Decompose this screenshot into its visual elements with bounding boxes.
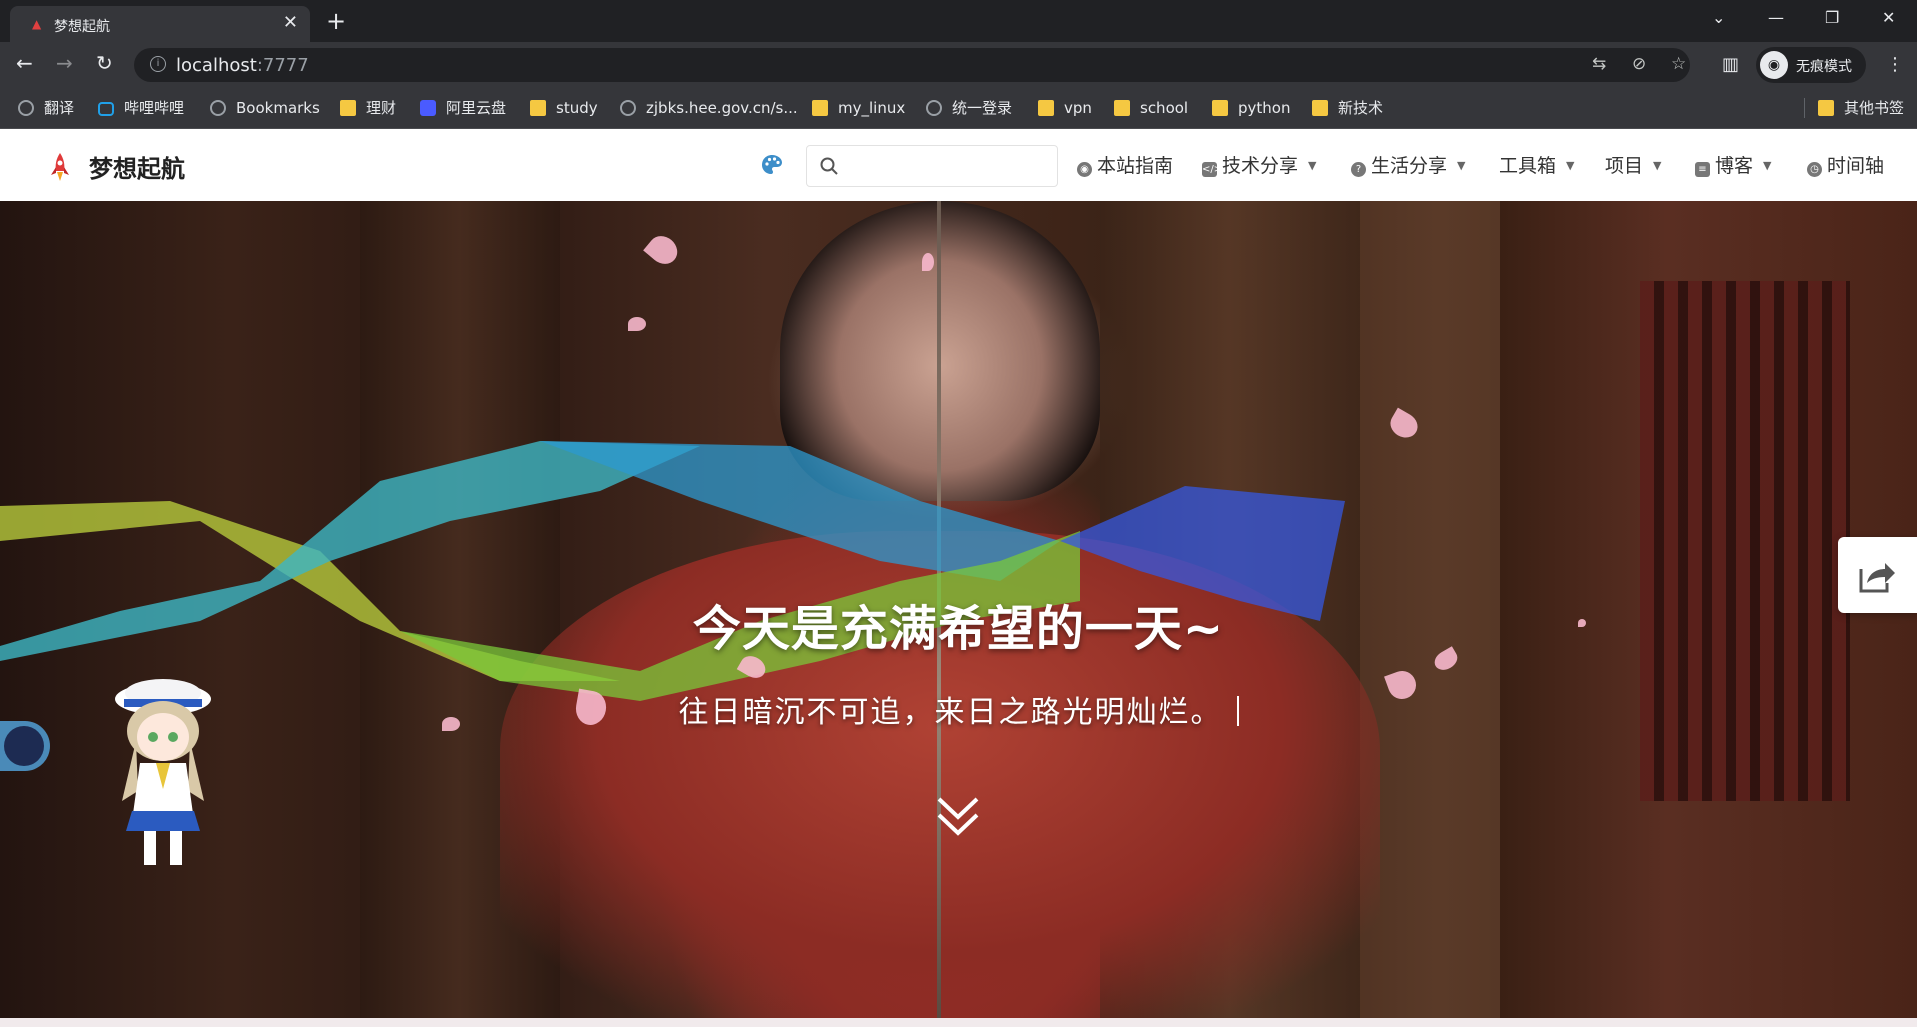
bookmark-item[interactable]: zjbks.hee.gov.cn/s... xyxy=(620,96,798,120)
chevron-down-icon: ▼ xyxy=(1308,159,1317,172)
site-logo-text[interactable]: 梦想起航 xyxy=(89,149,185,184)
petal xyxy=(922,253,934,271)
question-icon: ? xyxy=(1351,162,1366,177)
browser-tab-bar: ▲ 梦想起航 ✕ + ⌄ — ❐ ✕ xyxy=(0,0,1917,42)
code-icon: </> xyxy=(1202,162,1223,177)
bookmark-item[interactable]: Bookmarks xyxy=(210,96,320,120)
share-icon xyxy=(1859,563,1895,593)
bookmark-folder[interactable]: 理财 xyxy=(340,96,396,120)
browser-menu-icon[interactable]: ⋮ xyxy=(1886,54,1904,75)
site-info-icon[interactable]: i xyxy=(150,56,166,72)
close-window-icon[interactable]: ✕ xyxy=(1882,8,1895,27)
hero-title: 今天是充满希望的一天~ xyxy=(692,601,1225,657)
bookmark-star-icon[interactable]: ☆ xyxy=(1671,54,1686,74)
folder-icon xyxy=(1114,100,1130,116)
bookmark-item[interactable]: 翻译 xyxy=(18,96,74,120)
rocket-logo-icon[interactable] xyxy=(46,151,74,183)
theme-palette-icon[interactable] xyxy=(760,153,784,177)
translate-page-icon[interactable]: ⇆ xyxy=(1592,54,1606,74)
side-panel-icon[interactable]: ▥ xyxy=(1722,54,1739,75)
petal xyxy=(628,317,646,331)
bookmark-folder[interactable]: my_linux xyxy=(812,96,905,120)
bookmark-item[interactable]: 阿里云盘 xyxy=(420,96,506,120)
bookmark-folder[interactable]: vpn xyxy=(1038,96,1092,120)
chevron-down-icon: ▼ xyxy=(1763,159,1772,172)
bookmark-folder[interactable]: python xyxy=(1212,96,1290,120)
folder-icon xyxy=(1818,100,1834,116)
typing-cursor xyxy=(1236,696,1239,726)
share-button[interactable] xyxy=(1838,537,1917,613)
nav-blog[interactable]: ≡ 博客 ▼ xyxy=(1695,151,1771,178)
tracking-blocked-icon[interactable]: ⊘ xyxy=(1632,54,1646,74)
restore-icon[interactable]: ❐ xyxy=(1825,8,1839,27)
folder-icon xyxy=(1038,100,1054,116)
address-bar[interactable]: i localhost:7777 ⇆ ⊘ ☆ xyxy=(134,48,1690,82)
chevron-down-icon: ▼ xyxy=(1457,159,1466,172)
eye-icon: ◉ xyxy=(1077,162,1092,177)
new-tab-icon[interactable]: + xyxy=(326,8,346,34)
moon-icon xyxy=(4,726,44,766)
folder-icon xyxy=(1212,100,1228,116)
bookmarks-bar: 翻译 哔哩哔哩 Bookmarks 理财 阿里云盘 study zjbks.he… xyxy=(0,88,1917,129)
globe-icon xyxy=(210,100,226,116)
nav-tech-share[interactable]: </>技术分享 ▼ xyxy=(1202,151,1316,178)
hero-subtitle: 往日暗沉不可追，来日之路光明灿烂。 xyxy=(0,687,1917,731)
rocket-favicon-icon: ▲ xyxy=(32,17,42,31)
search-icon xyxy=(820,157,838,175)
aliyun-icon xyxy=(420,100,436,116)
minimize-icon[interactable]: — xyxy=(1768,8,1784,27)
globe-icon xyxy=(620,100,636,116)
bookmark-folder[interactable]: school xyxy=(1114,96,1188,120)
reload-icon[interactable]: ↻ xyxy=(96,52,113,74)
scroll-down-chevron-icon[interactable] xyxy=(933,791,983,841)
folder-icon xyxy=(530,100,546,116)
bookmark-item[interactable]: 哔哩哔哩 xyxy=(98,96,184,120)
music-player-widget[interactable] xyxy=(0,721,50,771)
anime-mascot[interactable] xyxy=(108,671,218,871)
other-bookmarks-folder[interactable]: 其他书签 xyxy=(1818,96,1904,120)
nav-projects[interactable]: 项目 ▼ xyxy=(1605,151,1661,178)
clock-icon: ◷ xyxy=(1807,162,1822,177)
tab-title: 梦想起航 xyxy=(54,19,110,35)
incognito-profile-button[interactable]: ◉ 无痕模式 xyxy=(1756,47,1866,83)
nav-toolbox[interactable]: 工具箱 ▼ xyxy=(1499,151,1574,178)
bookmarks-divider xyxy=(1804,98,1805,118)
close-tab-icon[interactable]: ✕ xyxy=(283,13,298,33)
translate-icon xyxy=(18,100,34,116)
chevron-down-icon: ▼ xyxy=(1566,159,1575,172)
hero-banner: 今天是充满希望的一天~ 往日暗沉不可追，来日之路光明灿烂。 xyxy=(0,201,1917,1018)
search-input[interactable] xyxy=(847,152,1051,180)
folder-icon xyxy=(812,100,828,116)
site-header: 梦想起航 ◉ 本站指南 </>技术分享 ▼ ? 生活分享 ▼ 工具箱 ▼ 项目 ▼ ≡ 博客 ▼… xyxy=(0,129,1917,318)
url-text: localhost:7777 xyxy=(176,55,309,76)
browser-tab[interactable]: ▲ 梦想起航 ✕ xyxy=(10,6,310,42)
bilibili-icon xyxy=(98,102,114,116)
globe-icon xyxy=(926,100,942,116)
browser-toolbar: ← → ↻ i localhost:7777 ⇆ ⊘ ☆ ▥ ◉ 无痕模式 ⋮ xyxy=(0,42,1917,88)
chevron-down-icon: ▼ xyxy=(1653,159,1662,172)
forward-icon[interactable]: → xyxy=(56,52,73,74)
nav-timeline[interactable]: ◷ 时间轴 xyxy=(1807,151,1884,178)
back-icon[interactable]: ← xyxy=(16,52,33,74)
incognito-icon: ◉ xyxy=(1760,51,1788,79)
nav-life-share[interactable]: ? 生活分享 ▼ xyxy=(1351,151,1465,178)
bookmark-item[interactable]: 统一登录 xyxy=(926,96,1012,120)
bookmark-folder[interactable]: study xyxy=(530,96,598,120)
site-search-box[interactable] xyxy=(806,145,1058,187)
tab-search-chevron-icon[interactable]: ⌄ xyxy=(1712,8,1725,27)
folder-icon xyxy=(340,100,356,116)
folder-icon xyxy=(1312,100,1328,116)
nav-guide[interactable]: ◉ 本站指南 xyxy=(1077,151,1173,178)
document-icon: ≡ xyxy=(1695,162,1710,177)
bookmark-folder[interactable]: 新技术 xyxy=(1312,96,1383,120)
page-bottom-strip xyxy=(0,1018,1917,1027)
